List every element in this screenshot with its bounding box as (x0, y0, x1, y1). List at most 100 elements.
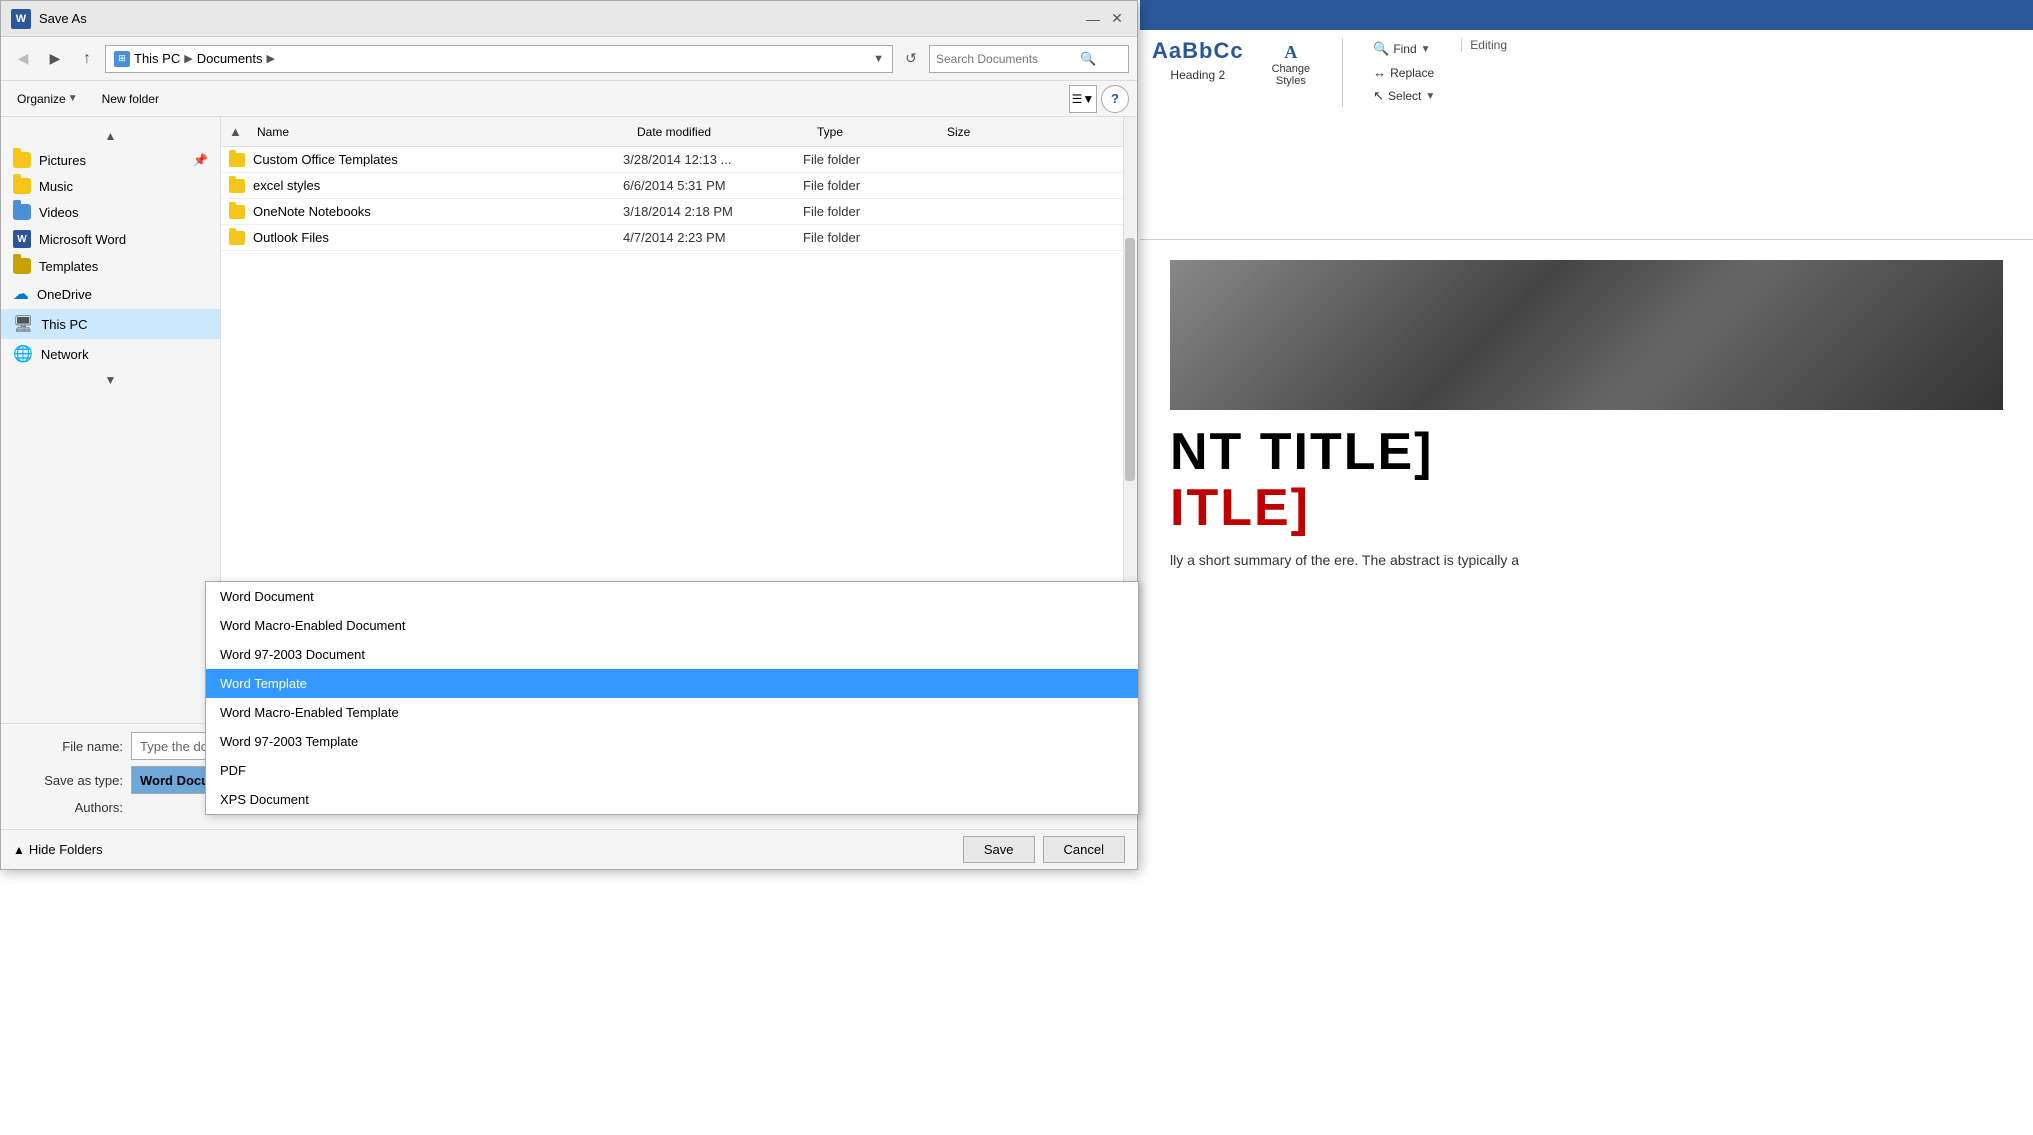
file-date-3: 4/7/2014 2:23 PM (623, 230, 803, 245)
cancel-button[interactable]: Cancel (1043, 836, 1125, 863)
hide-folders-btn[interactable]: ▲ Hide Folders (13, 842, 103, 857)
sidebar-item-network[interactable]: 🌐 Network (1, 339, 220, 369)
replace-label: Replace (1390, 66, 1434, 80)
table-row[interactable]: Custom Office Templates 3/28/2014 12:13 … (221, 147, 1137, 173)
replace-btn[interactable]: ↔ Replace (1367, 62, 1441, 83)
back-btn[interactable]: ◀ (9, 45, 37, 73)
organize-label: Organize (17, 92, 66, 106)
editing-label: Editing (1470, 38, 1507, 52)
ribbon-area: AaBbCc Heading 2 A Change Styles 🔍 Find … (1140, 0, 2033, 240)
sidebar-label-videos: Videos (39, 205, 79, 220)
sidebar: ▲ Pictures 📌 Music Videos W Microsoft Wo… (1, 117, 221, 723)
organize-chevron: ▼ (68, 93, 78, 104)
sidebar-item-thispc[interactable]: 🖥 This PC (1, 309, 220, 339)
dialog-controls: — ✕ (1083, 9, 1127, 29)
videos-folder-icon (13, 204, 31, 220)
save-button[interactable]: Save (963, 836, 1035, 863)
authors-label: Authors: (13, 800, 123, 815)
breadcrumb-dropdown-btn[interactable]: ▼ (873, 53, 884, 65)
doc-title-line2: ITLE] (1170, 482, 2003, 534)
search-icon[interactable]: 🔍 (1080, 51, 1096, 67)
thispc-breadcrumb-icon: ⊞ (114, 51, 130, 67)
dialog-title-text: Save As (39, 11, 87, 26)
help-btn[interactable]: ? (1101, 85, 1129, 113)
col-size-label: Size (947, 125, 970, 139)
col-header-date[interactable]: Date modified (629, 121, 809, 143)
col-header-name[interactable]: Name (249, 121, 629, 143)
dropdown-option-4[interactable]: Word Macro-Enabled Template (206, 698, 1138, 727)
file-name-1: excel styles (253, 178, 623, 193)
dialog-titlebar: W Save As — ✕ (1, 1, 1137, 37)
view-options: ☰▼ ? (1069, 85, 1129, 113)
forward-btn[interactable]: ▶ (41, 45, 69, 73)
select-label: Select (1388, 89, 1421, 103)
dropdown-option-5[interactable]: Word 97-2003 Template (206, 727, 1138, 756)
dropdown-option-2[interactable]: Word 97-2003 Document (206, 640, 1138, 669)
dropdown-option-0[interactable]: Word Document (206, 582, 1138, 611)
folder-icon-2 (229, 205, 245, 219)
view-mode-btn[interactable]: ☰▼ (1069, 85, 1097, 113)
file-name-0: Custom Office Templates (253, 152, 623, 167)
doc-image (1170, 260, 2003, 410)
sidebar-item-pictures[interactable]: Pictures 📌 (1, 147, 220, 173)
doc-body-text: lly a short summary of the ere. The abst… (1170, 550, 2003, 571)
table-row[interactable]: Outlook Files 4/7/2014 2:23 PM File fold… (221, 225, 1137, 251)
file-type-2: File folder (803, 204, 933, 219)
save-as-dialog: W Save As — ✕ ◀ ▶ ↑ ⊞ This PC ▶ Document… (0, 0, 1138, 870)
breadcrumb[interactable]: ⊞ This PC ▶ Documents ▶ ▼ (105, 45, 893, 73)
network-icon: 🌐 (13, 344, 33, 364)
new-folder-btn[interactable]: New folder (94, 89, 167, 109)
toolbar-row: Organize ▼ New folder ☰▼ ? (1, 81, 1137, 117)
sidebar-scroll-up[interactable]: ▲ (1, 125, 220, 147)
up-btn[interactable]: ↑ (73, 45, 101, 73)
sidebar-scroll-down[interactable]: ▼ (1, 369, 220, 391)
breadcrumb-text: This PC ▶ Documents ▶ (134, 51, 275, 66)
file-name-3: Outlook Files (253, 230, 623, 245)
dialog-footer: ▲ Hide Folders Save Cancel (1, 829, 1137, 869)
file-name-2: OneNote Notebooks (253, 204, 623, 219)
sidebar-label-network: Network (41, 347, 89, 362)
new-folder-label: New folder (102, 92, 159, 106)
dropdown-option-3[interactable]: Word Template (206, 669, 1138, 698)
sidebar-label-pictures: Pictures (39, 153, 86, 168)
savetype-dropdown-menu: Word Document Word Macro-Enabled Documen… (205, 581, 1139, 815)
hide-folders-label: Hide Folders (29, 842, 103, 857)
sidebar-item-onedrive[interactable]: ☁ OneDrive (1, 279, 220, 309)
sidebar-item-videos[interactable]: Videos (1, 199, 220, 225)
col-name-label: Name (257, 125, 289, 139)
organize-btn[interactable]: Organize ▼ (9, 89, 86, 109)
sidebar-item-templates[interactable]: Templates (1, 253, 220, 279)
vscroll-thumb[interactable] (1125, 238, 1135, 480)
table-row[interactable]: excel styles 6/6/2014 5:31 PM File folde… (221, 173, 1137, 199)
search-box[interactable]: 🔍 (929, 45, 1129, 73)
refresh-btn[interactable]: ↺ (897, 45, 925, 73)
find-btn[interactable]: 🔍 Find ▼ (1367, 38, 1441, 60)
dialog-bottom: File name: Type the document title ▼ Sav… (1, 723, 1137, 829)
col-header-size[interactable]: Size (939, 121, 1019, 143)
dropdown-option-7[interactable]: XPS Document (206, 785, 1138, 814)
table-row[interactable]: OneNote Notebooks 3/18/2014 2:18 PM File… (221, 199, 1137, 225)
onedrive-icon: ☁ (13, 284, 29, 304)
sort-up-btn[interactable]: ▲ (229, 124, 249, 139)
breadcrumb-sep2: ▶ (266, 52, 274, 65)
close-btn[interactable]: ✕ (1107, 9, 1127, 29)
change-styles-btn[interactable]: A Change Styles (1264, 38, 1319, 91)
select-btn[interactable]: ↖ Select ▼ (1367, 85, 1441, 107)
minimize-btn[interactable]: — (1083, 9, 1103, 29)
dropdown-option-6[interactable]: PDF (206, 756, 1138, 785)
file-type-1: File folder (803, 178, 933, 193)
find-label: Find (1393, 42, 1416, 56)
folder-icon-1 (229, 179, 245, 193)
search-input[interactable] (936, 52, 1076, 66)
sidebar-item-msword[interactable]: W Microsoft Word (1, 225, 220, 253)
folder-icon-0 (229, 153, 245, 167)
sidebar-item-music[interactable]: Music (1, 173, 220, 199)
col-header-type[interactable]: Type (809, 121, 939, 143)
breadcrumb-thispc: This PC (134, 51, 180, 66)
file-date-0: 3/28/2014 12:13 ... (623, 152, 803, 167)
col-type-label: Type (817, 125, 843, 139)
dropdown-option-1[interactable]: Word Macro-Enabled Document (206, 611, 1138, 640)
savetype-label: Save as type: (13, 773, 123, 788)
ribbon-top (1140, 0, 2033, 30)
filename-label: File name: (13, 739, 123, 754)
